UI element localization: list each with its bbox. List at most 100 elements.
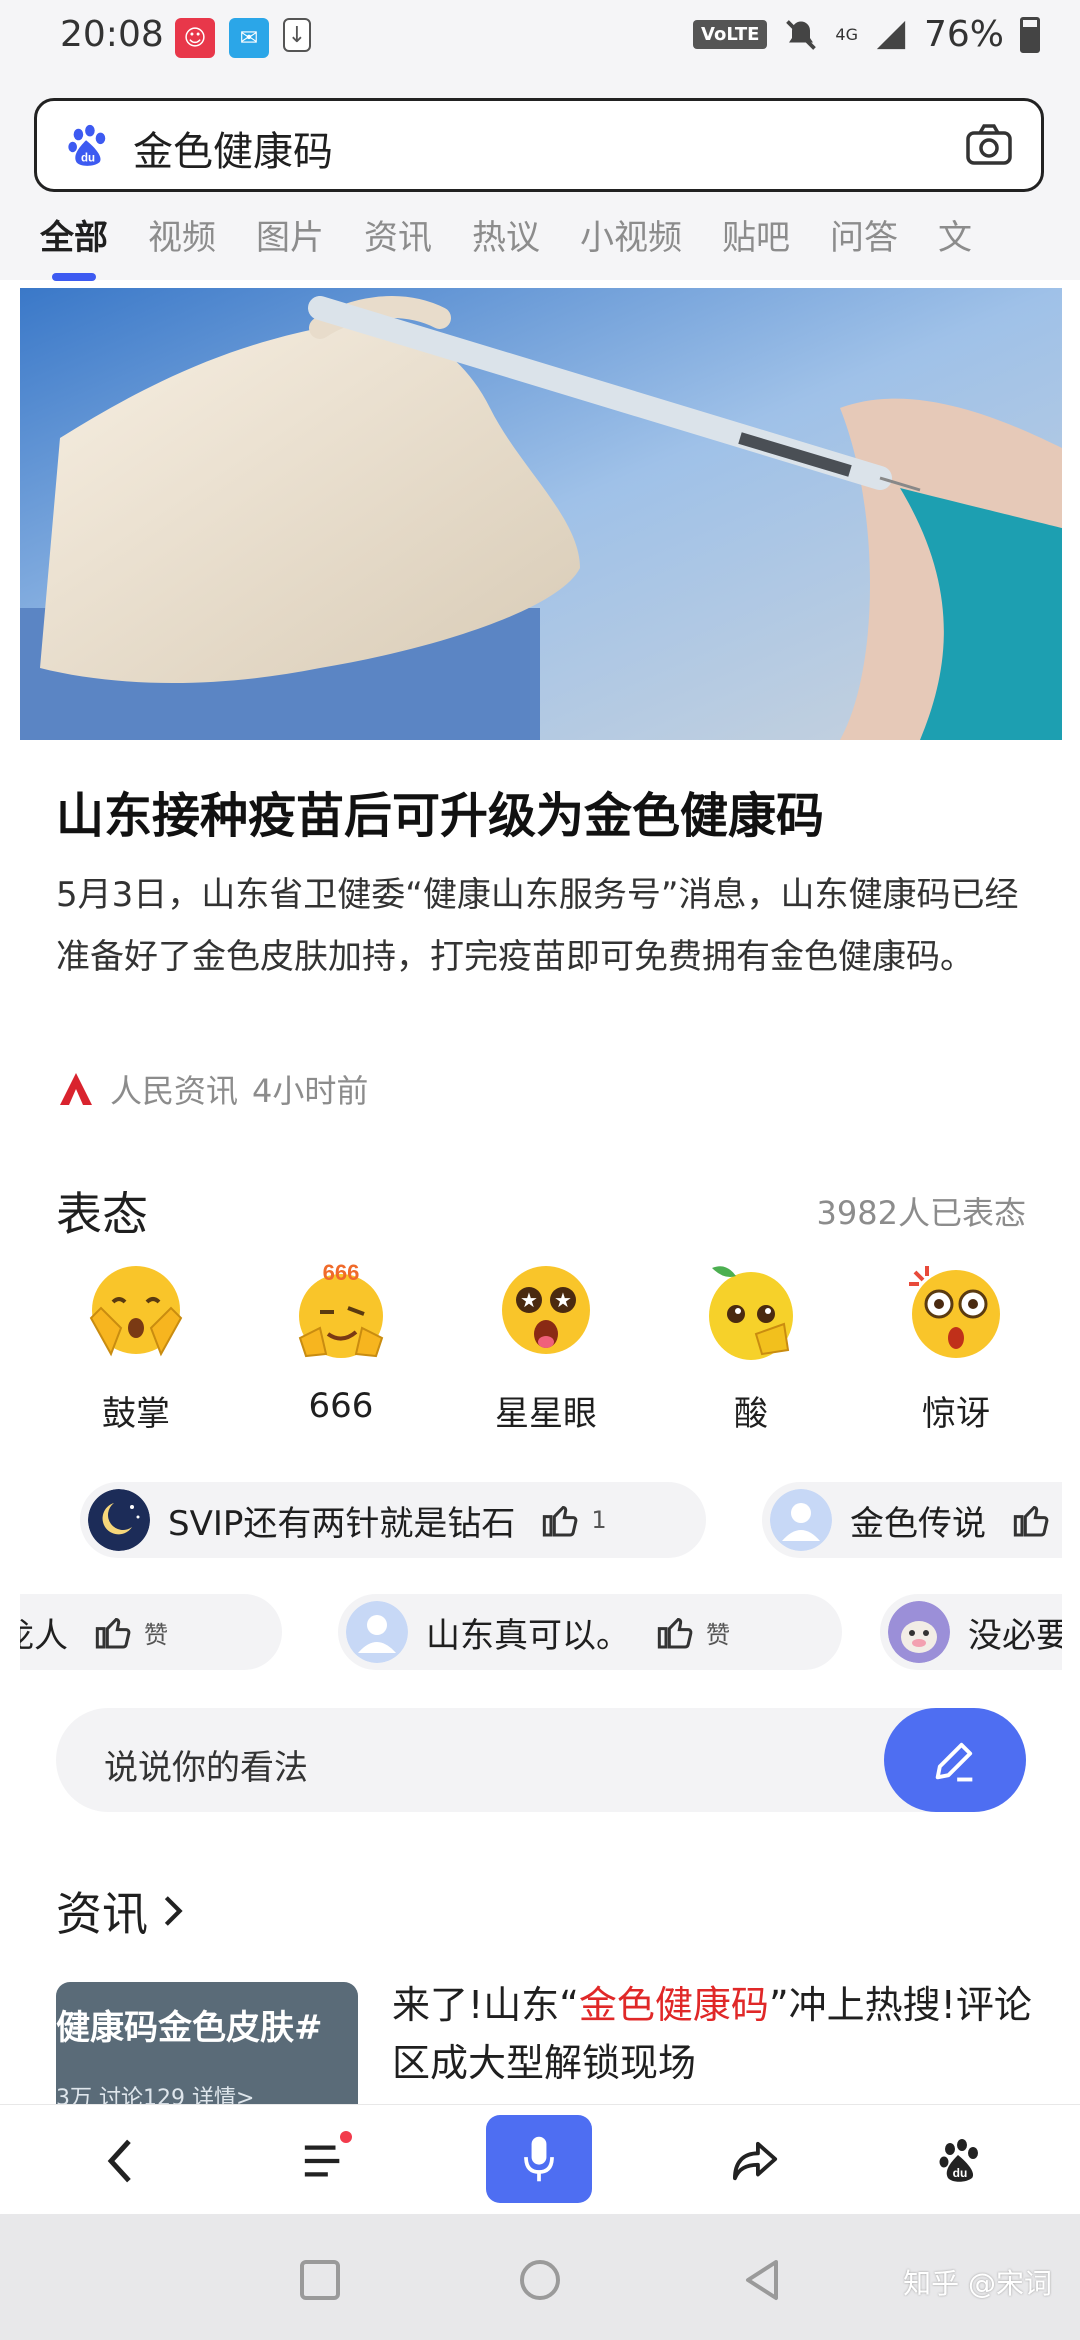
download-notification-icon: ↓ <box>283 18 311 52</box>
comment-chip[interactable]: 没必要 <box>880 1594 1062 1670</box>
tab-tieba[interactable]: 贴吧 <box>722 210 790 259</box>
news-section-heading[interactable]: 资讯 <box>56 1878 188 1944</box>
comment-chip[interactable]: 龙人 赞 <box>20 1594 282 1670</box>
tab-all[interactable]: 全部 <box>40 210 108 281</box>
recent-apps-icon[interactable] <box>298 2258 342 2302</box>
share-button[interactable] <box>724 2129 788 2193</box>
bottom-toolbar: du <box>0 2104 1080 2215</box>
reactions-heading: 表态 <box>56 1187 148 1241</box>
comment-chip[interactable]: 山东真可以。 赞 <box>338 1594 842 1670</box>
reaction-emoji-row: 鼓掌 666 666 ★ ★ 星星眼 酸 惊讶 <box>56 1258 1036 1435</box>
notification-icons: ☺ ✉ ↓ <box>175 18 311 58</box>
reaction-666[interactable]: 666 666 <box>261 1258 421 1435</box>
news-thumb-text: 健康码金色皮肤# <box>56 2008 323 2048</box>
comment-chip[interactable]: 金色传说 <box>762 1482 1062 1558</box>
opinion-placeholder: 说说你的看法 <box>104 1748 308 1788</box>
system-navigation-bar: 知乎 @宋词 <box>0 2214 1080 2340</box>
baidu-paw-icon: du <box>939 2139 978 2182</box>
thumbs-up-icon <box>657 1617 693 1649</box>
menu-button[interactable] <box>292 2129 356 2193</box>
comment-chip[interactable]: SVIP还有两针就是钻石 1 <box>80 1482 706 1558</box>
network-type: 4G <box>835 25 858 44</box>
like-button[interactable]: 赞 <box>656 1612 730 1652</box>
baidu-home-button[interactable]: du <box>928 2129 992 2193</box>
reaction-label: 酸 <box>734 1394 768 1434</box>
article-title[interactable]: 山东接种疫苗后可升级为金色健康码 <box>56 776 824 846</box>
reaction-star-eyes[interactable]: ★ ★ 星星眼 <box>466 1258 626 1435</box>
like-button[interactable]: 赞 <box>94 1612 168 1652</box>
article-card: 山东接种疫苗后可升级为金色健康码 5月3日，山东省卫健委“健康山东服务号”消息，… <box>20 288 1062 2108</box>
volte-badge: VoLTE <box>693 20 768 49</box>
surprised-emoji-icon <box>909 1266 1000 1358</box>
avatar <box>346 1601 408 1663</box>
like-button[interactable] <box>1012 1500 1052 1540</box>
reaction-label: 666 <box>308 1386 374 1426</box>
source-logo-icon <box>56 1069 96 1109</box>
pencil-icon <box>935 1742 973 1782</box>
status-bar: 20:08 ☺ ✉ ↓ VoLTE 4G 76% <box>0 0 1080 80</box>
article-time: 4小时前 <box>252 1072 369 1110</box>
tab-more[interactable]: 文 <box>938 210 972 259</box>
tab-qa[interactable]: 问答 <box>830 210 898 259</box>
news-heading-text: 资讯 <box>56 1887 148 1941</box>
search-tabs: 全部 视频 图片 资讯 热议 小视频 贴吧 问答 文 <box>40 210 972 281</box>
svg-text:★: ★ <box>554 1288 572 1312</box>
reaction-label: 星星眼 <box>495 1394 597 1434</box>
camera-search-icon[interactable] <box>965 123 1013 167</box>
reactions-count: 3982人已表态 <box>816 1194 1026 1232</box>
opinion-input[interactable]: 说说你的看法 <box>56 1708 1026 1812</box>
battery-percent: 76% <box>923 14 1004 55</box>
news-title-highlight: 金色健康码 <box>578 1983 769 2027</box>
like-label: 赞 <box>706 1620 730 1649</box>
comment-text: 龙人 <box>20 1615 68 1656</box>
app-notification-icon: ☺ <box>175 18 215 58</box>
share-icon <box>733 2141 778 2181</box>
mute-bell-icon <box>786 19 817 50</box>
search-header: du 金色健康码 全部 视频 图片 资讯 热议 小视频 贴吧 问答 文 <box>0 80 1080 281</box>
menu-icon <box>304 2145 340 2177</box>
thumbs-up-icon <box>95 1617 131 1649</box>
write-comment-button[interactable] <box>884 1708 1026 1812</box>
reaction-surprised[interactable]: 惊讶 <box>876 1258 1036 1435</box>
news-title-prefix: 来了!山东“ <box>392 1983 579 2027</box>
clap-emoji-icon <box>89 1266 183 1357</box>
back-button[interactable] <box>88 2129 152 2193</box>
reaction-sour[interactable]: 酸 <box>671 1258 831 1435</box>
news-thumbnail[interactable]: 健康码金色皮肤# 3万 讨论129 详情> <box>56 1982 358 2108</box>
avatar <box>88 1489 150 1551</box>
message-notification-icon: ✉ <box>229 18 269 58</box>
reaction-clap[interactable]: 鼓掌 <box>56 1258 216 1435</box>
search-input[interactable]: 金色健康码 <box>133 119 333 177</box>
tab-short-video[interactable]: 小视频 <box>580 210 682 259</box>
tab-discussion[interactable]: 热议 <box>472 210 540 259</box>
avatar <box>888 1601 950 1663</box>
article-summary[interactable]: 5月3日，山东省卫健委“健康山东服务号”消息，山东健康码已经准备好了金色皮肤加持… <box>56 864 1036 988</box>
vaccine-injection-image[interactable] <box>20 288 1062 740</box>
status-time: 20:08 <box>60 14 164 55</box>
avatar <box>770 1489 832 1551</box>
comment-text: 没必要 <box>968 1615 1062 1656</box>
tab-news[interactable]: 资讯 <box>364 210 432 259</box>
svg-text:666: 666 <box>323 1260 360 1285</box>
comment-text: SVIP还有两针就是钻石 <box>168 1503 516 1544</box>
source-name[interactable]: 人民资讯 <box>110 1066 238 1112</box>
baidu-paw-icon: du <box>68 124 106 166</box>
voice-search-button[interactable] <box>486 2115 592 2203</box>
watermark: 知乎 @宋词 <box>903 2267 1052 2300</box>
chevron-right-icon <box>164 1896 183 1926</box>
tab-video[interactable]: 视频 <box>148 210 216 259</box>
like-label: 赞 <box>144 1620 168 1649</box>
back-triangle-icon[interactable] <box>740 2258 784 2302</box>
tab-images[interactable]: 图片 <box>256 210 324 259</box>
signal-icon <box>876 20 906 49</box>
news-title[interactable]: 来了!山东“金色健康码”冲上热搜!评论区成大型解锁现场 <box>392 1976 1052 2092</box>
search-box[interactable]: du 金色健康码 <box>34 98 1044 192</box>
like-button[interactable]: 1 <box>541 1500 607 1540</box>
star-eyes-emoji-icon: ★ ★ <box>502 1266 590 1354</box>
home-circle-icon[interactable] <box>518 2258 562 2302</box>
comment-text: 金色传说 <box>850 1503 986 1544</box>
svg-text:du: du <box>81 152 95 164</box>
thumbs-up-icon <box>1013 1505 1049 1537</box>
reaction-label: 鼓掌 <box>102 1394 170 1434</box>
sour-lemon-emoji-icon <box>709 1266 793 1360</box>
